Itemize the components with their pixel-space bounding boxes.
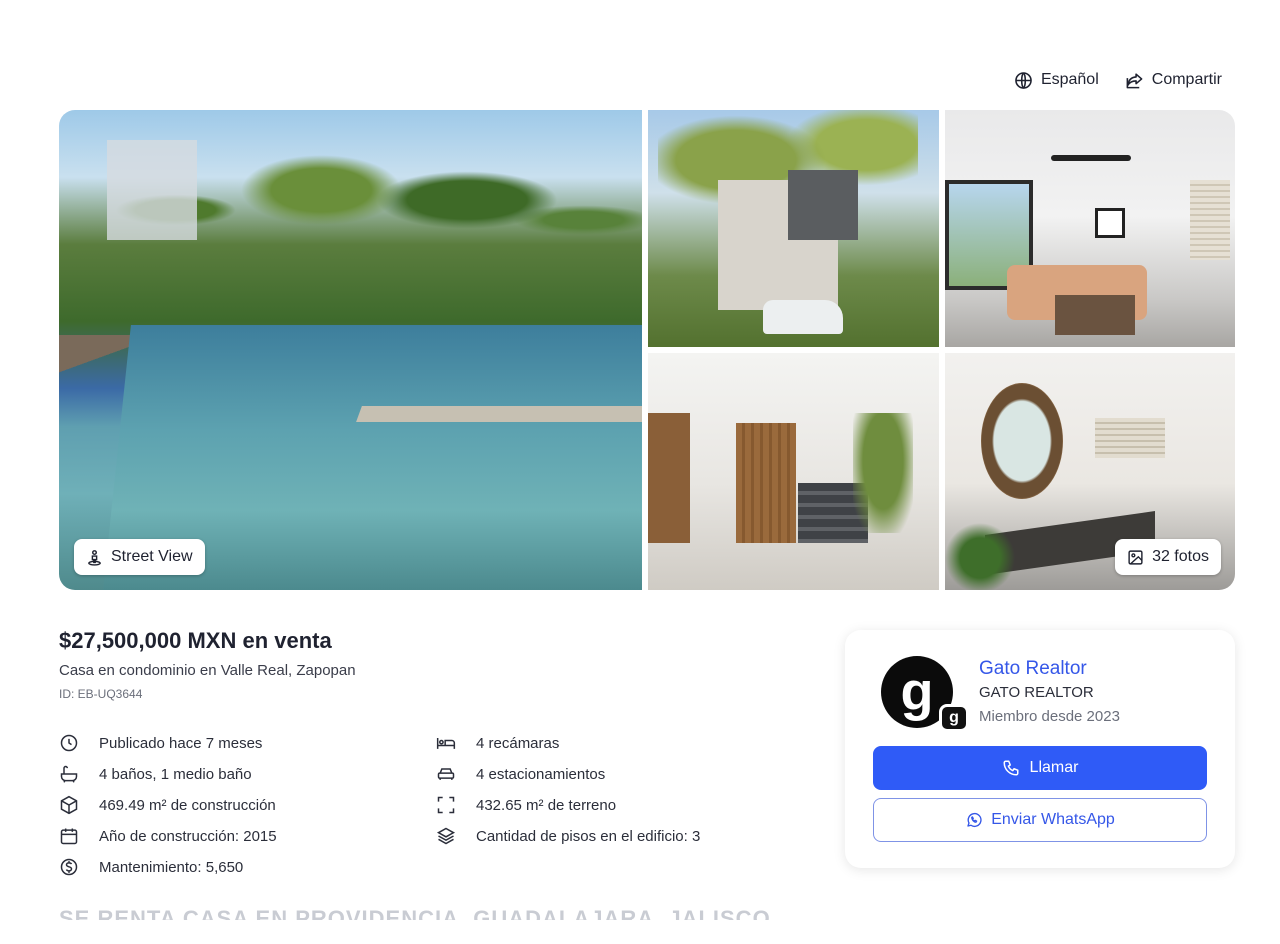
feature-text: Año de construcción: 2015	[99, 827, 277, 845]
feature-floors: Cantidad de pisos en el edificio: 3	[436, 825, 779, 847]
language-label: Español	[1040, 71, 1099, 88]
photo-bathroom[interactable]: 32 fotos	[945, 353, 1235, 590]
car-scene	[763, 300, 843, 334]
blind-scene	[1095, 418, 1165, 458]
coffee-table-scene	[1055, 295, 1135, 335]
feature-bathrooms: 4 baños, 1 medio baño	[59, 763, 436, 785]
bathtub-icon	[60, 765, 78, 783]
language-button[interactable]: Español	[1014, 66, 1099, 94]
pool-ledge-scene	[356, 406, 642, 422]
call-label: Llamar	[1029, 759, 1079, 776]
feature-text: Mantenimiento: 5,650	[99, 858, 244, 876]
feature-bedrooms: 4 recámaras	[436, 732, 779, 754]
ceiling-fan-scene	[1051, 155, 1131, 161]
all-photos-button[interactable]: 32 fotos	[1115, 539, 1221, 575]
agent-company: GATO REALTOR	[979, 684, 1094, 701]
street-view-label: Street View	[111, 548, 193, 565]
window-scene	[788, 170, 858, 240]
wood-door-scene	[736, 423, 796, 543]
blind-scene	[1190, 180, 1230, 260]
bed-icon	[436, 738, 456, 749]
area-frame-icon	[437, 796, 455, 814]
feature-text: 4 baños, 1 medio baño	[99, 765, 252, 783]
agent-logo: g g	[881, 656, 969, 732]
street-view-icon	[88, 549, 101, 566]
share-button[interactable]: Compartir	[1125, 66, 1222, 94]
share-icon	[1126, 72, 1143, 88]
phone-icon	[1003, 760, 1019, 776]
feature-list: Publicado hace 7 meses 4 recámaras 4 bañ…	[59, 732, 779, 878]
feature-maintenance: Mantenimiento: 5,650	[59, 856, 436, 878]
feature-text: Publicado hace 7 meses	[99, 734, 263, 752]
photo-house-exterior[interactable]	[648, 110, 939, 347]
whatsapp-label: Enviar WhatsApp	[991, 811, 1115, 828]
feature-text: 469.49 m² de construcción	[99, 796, 276, 814]
description-heading: SE RENTA CASA EN PROVIDENCIA, GUADALAJAR…	[59, 906, 771, 920]
photo-gallery: Street View 32 fotos	[59, 110, 1235, 590]
dollar-circle-icon	[60, 858, 78, 876]
feature-text: Cantidad de pisos en el edificio: 3	[476, 827, 701, 845]
street-view-button[interactable]: Street View	[74, 539, 205, 575]
feature-land: 432.65 m² de terreno	[436, 794, 779, 816]
plant-scene	[945, 523, 1015, 590]
building-scene	[107, 140, 197, 240]
main-photo-pool[interactable]: Street View	[59, 110, 642, 590]
feature-year: Año de construcción: 2015	[59, 825, 436, 847]
feature-published: Publicado hace 7 meses	[59, 732, 436, 754]
globe-icon	[1015, 71, 1032, 89]
side-door-scene	[648, 413, 690, 543]
top-actions: Español Compartir	[1014, 66, 1222, 94]
agent-card: g g Gato Realtor GATO REALTOR Miembro de…	[845, 630, 1235, 868]
feature-parking: 4 estacionamientos	[436, 763, 779, 785]
agent-member-since: Miembro desde 2023	[979, 708, 1120, 725]
photo-living-room[interactable]	[945, 110, 1235, 347]
feature-text: 432.65 m² de terreno	[476, 796, 617, 814]
plant-scene	[853, 413, 913, 533]
agent-name-link[interactable]: Gato Realtor	[979, 658, 1120, 680]
car-icon	[437, 768, 455, 780]
photos-count-label: 32 fotos	[1152, 548, 1209, 565]
share-label: Compartir	[1151, 71, 1222, 88]
image-icon	[1128, 549, 1143, 565]
feature-text: 4 recámaras	[476, 734, 560, 752]
agent-logo-badge: g	[939, 704, 969, 732]
feature-text: 4 estacionamientos	[476, 765, 606, 783]
listing-price: $27,500,000 MXN en venta	[59, 628, 332, 653]
photo-entrance[interactable]	[648, 353, 939, 590]
picture-frame-scene	[1095, 208, 1125, 238]
agent-details: Gato Realtor GATO REALTOR Miembro desde …	[979, 656, 1120, 725]
clock-icon	[60, 734, 78, 752]
feature-construction: 469.49 m² de construcción	[59, 794, 436, 816]
calendar-icon	[60, 828, 78, 845]
call-button[interactable]: Llamar	[873, 746, 1207, 790]
whatsapp-button[interactable]: Enviar WhatsApp	[873, 798, 1207, 842]
listing-id: ID: EB-UQ3644	[59, 687, 143, 701]
mirror-scene	[981, 383, 1063, 499]
whatsapp-icon	[967, 812, 982, 828]
listing-subtitle: Casa en condominio en Valle Real, Zapopa…	[59, 662, 356, 679]
layers-icon	[436, 827, 456, 845]
listing-info: $27,500,000 MXN en venta Casa en condomi…	[59, 628, 819, 701]
cube-icon	[60, 795, 78, 815]
agent-header: g g Gato Realtor GATO REALTOR Miembro de…	[881, 656, 1207, 732]
